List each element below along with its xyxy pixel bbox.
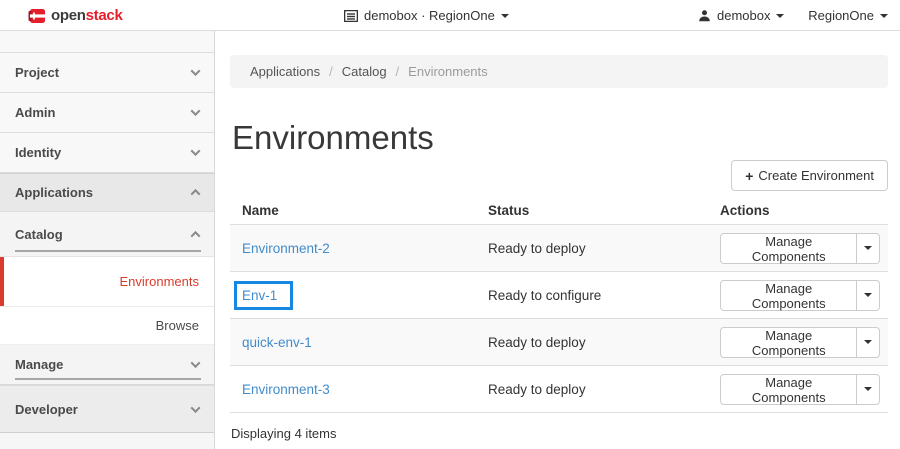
sidebar-item-catalog[interactable]: Catalog [0, 212, 214, 257]
openstack-logo[interactable]: openstack [28, 0, 123, 31]
sidebar-item-label: Applications [15, 185, 93, 200]
caret-down-icon [864, 340, 872, 344]
status-text: Ready to deploy [476, 382, 708, 397]
column-header-actions: Actions [708, 203, 888, 218]
env-1-highlight-box: Env-1 [234, 281, 293, 310]
chevron-down-icon [776, 14, 784, 18]
page-title: Environments [232, 119, 434, 157]
chevron-up-icon [191, 230, 201, 240]
environment-link[interactable]: Env-1 [242, 288, 277, 303]
plus-icon: + [745, 168, 753, 184]
sidebar-partial-item [0, 433, 214, 449]
manage-components-button[interactable]: Manage Components [720, 280, 857, 311]
environment-link[interactable]: quick-env-1 [242, 335, 312, 350]
sidebar-item-label: Manage [15, 357, 63, 372]
sidebar-partial-item [0, 31, 214, 53]
status-text: Ready to deploy [476, 335, 708, 350]
chevron-down-icon [191, 146, 201, 156]
table-row: Env-1 Ready to configure Manage Componen… [230, 272, 888, 319]
top-navbar: openstack demobox · RegionOne demobox Re… [0, 0, 900, 31]
project-region-switcher[interactable]: demobox · RegionOne [344, 0, 509, 31]
row-actions: Manage Components [720, 327, 880, 358]
caret-down-icon [864, 293, 872, 297]
region-menu[interactable]: RegionOne [808, 0, 888, 31]
status-text: Ready to deploy [476, 241, 708, 256]
actions-dropdown-toggle[interactable] [857, 374, 880, 405]
sidebar-section-underline [15, 378, 201, 380]
breadcrumb-separator: / [396, 64, 400, 79]
actions-dropdown-toggle[interactable] [857, 233, 880, 264]
sidebar-item-label: Identity [15, 145, 61, 160]
table-row: quick-env-1 Ready to deploy Manage Compo… [230, 319, 888, 366]
sidebar-item-environments-active[interactable]: Environments [0, 257, 214, 307]
table-toolbar: + Create Environment [230, 160, 888, 191]
sidebar-item-manage[interactable]: Manage [0, 345, 214, 385]
environment-link[interactable]: Environment-2 [242, 241, 330, 256]
sidebar-item-admin[interactable]: Admin [0, 93, 214, 133]
caret-down-icon [864, 246, 872, 250]
table-header-row: Name Status Actions [230, 196, 888, 225]
sidebar-item-label: Catalog [15, 227, 63, 242]
environment-link[interactable]: Environment-3 [242, 382, 330, 397]
project-list-icon [344, 10, 358, 22]
chevron-down-icon [501, 14, 509, 18]
chevron-down-icon [191, 358, 201, 368]
breadcrumb-separator: / [329, 64, 333, 79]
sidebar-section-underline [15, 250, 201, 252]
create-environment-button[interactable]: + Create Environment [731, 160, 888, 191]
sidebar-item-label: Developer [15, 402, 78, 417]
table-row-count: Displaying 4 items [230, 413, 888, 441]
user-menu[interactable]: demobox [698, 0, 784, 31]
sidebar-item-label: Environments [120, 274, 199, 289]
region-menu-label: RegionOne [808, 8, 874, 23]
manage-components-button[interactable]: Manage Components [720, 374, 857, 405]
chevron-up-icon [191, 189, 201, 199]
sidebar-item-label: Project [15, 65, 59, 80]
row-actions: Manage Components [720, 374, 880, 405]
chevron-down-icon [880, 14, 888, 18]
row-actions: Manage Components [720, 280, 880, 311]
chevron-down-icon [191, 66, 201, 76]
environments-table: Name Status Actions Environment-2 Ready … [230, 196, 888, 441]
openstack-logo-text: openstack [51, 7, 123, 24]
sidebar-item-browse[interactable]: Browse [0, 307, 214, 345]
table-row: Environment-3 Ready to deploy Manage Com… [230, 366, 888, 413]
openstack-logo-icon [28, 8, 46, 24]
column-header-name: Name [230, 203, 476, 218]
sidebar: Project Admin Identity Applications Cata… [0, 31, 215, 449]
main-content: Applications / Catalog / Environments En… [216, 31, 900, 449]
column-header-status: Status [476, 203, 708, 218]
sidebar-item-identity[interactable]: Identity [0, 133, 214, 173]
breadcrumb-environments: Environments [408, 64, 487, 79]
sidebar-item-applications[interactable]: Applications [0, 173, 214, 212]
chevron-down-icon [191, 403, 201, 413]
create-environment-label: Create Environment [758, 168, 874, 183]
breadcrumb-applications[interactable]: Applications [250, 64, 320, 79]
status-text: Ready to configure [476, 288, 708, 303]
project-region-label: demobox · RegionOne [364, 8, 495, 23]
sidebar-item-label: Browse [156, 318, 199, 333]
actions-dropdown-toggle[interactable] [857, 280, 880, 311]
caret-down-icon [864, 387, 872, 391]
user-icon [698, 9, 711, 22]
table-row: Environment-2 Ready to deploy Manage Com… [230, 225, 888, 272]
breadcrumb-catalog[interactable]: Catalog [342, 64, 387, 79]
chevron-down-icon [191, 106, 201, 116]
sidebar-item-project[interactable]: Project [0, 53, 214, 93]
actions-dropdown-toggle[interactable] [857, 327, 880, 358]
manage-components-button[interactable]: Manage Components [720, 327, 857, 358]
manage-components-button[interactable]: Manage Components [720, 233, 857, 264]
sidebar-item-developer[interactable]: Developer [0, 385, 214, 433]
breadcrumb: Applications / Catalog / Environments [230, 55, 888, 88]
user-menu-label: demobox [717, 8, 770, 23]
row-actions: Manage Components [720, 233, 880, 264]
sidebar-item-label: Admin [15, 105, 55, 120]
